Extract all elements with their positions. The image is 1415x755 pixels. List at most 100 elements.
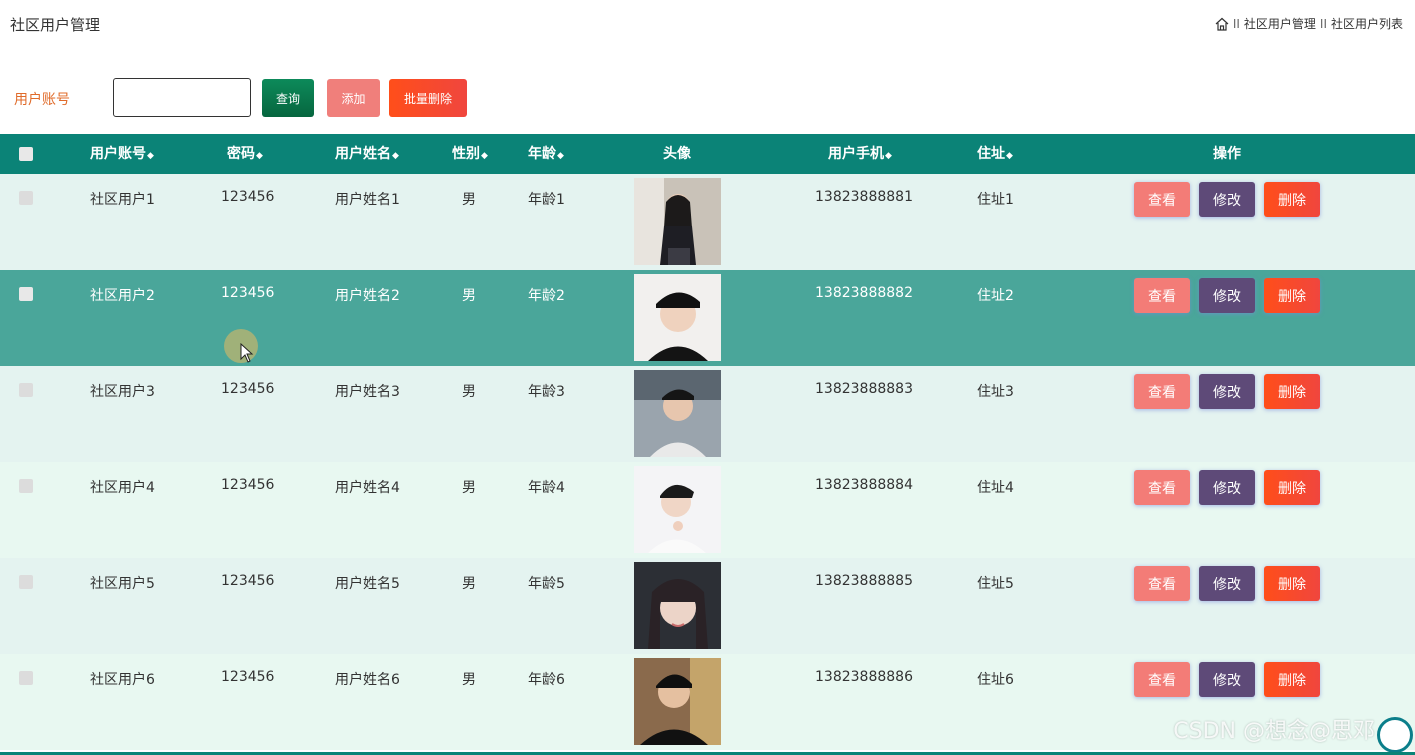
- column-header-avatar: 头像: [663, 146, 691, 162]
- cell-password: 123456: [221, 477, 275, 493]
- edit-button[interactable]: 修改: [1199, 662, 1255, 697]
- batch-delete-button[interactable]: 批量删除: [389, 79, 467, 117]
- avatar: [634, 370, 721, 457]
- delete-button[interactable]: 删除: [1264, 662, 1320, 697]
- row-checkbox[interactable]: [19, 575, 33, 589]
- breadcrumb-item-manage[interactable]: 社区用户管理: [1244, 15, 1316, 32]
- cell-name: 用户姓名4: [335, 480, 400, 496]
- column-header-address[interactable]: 住址◆: [977, 134, 1013, 174]
- cell-address: 住址6: [977, 672, 1014, 688]
- cell-password: 123456: [221, 573, 275, 589]
- scroll-top-icon[interactable]: [1377, 717, 1413, 753]
- column-header-password[interactable]: 密码◆: [227, 134, 263, 174]
- edit-button[interactable]: 修改: [1199, 182, 1255, 217]
- column-header-account[interactable]: 用户账号◆: [90, 134, 154, 174]
- view-button[interactable]: 查看: [1134, 566, 1190, 601]
- breadcrumb-item-list[interactable]: 社区用户列表: [1331, 15, 1403, 32]
- sort-icon[interactable]: ◆: [147, 151, 154, 161]
- row-checkbox[interactable]: [19, 287, 33, 301]
- cell-address: 住址3: [977, 384, 1014, 400]
- user-table: 用户账号◆ 密码◆ 用户姓名◆ 性别◆ 年龄◆ 头像 用户手机◆ 住址◆ 操作 …: [0, 134, 1415, 750]
- avatar: [634, 466, 721, 553]
- cell-name: 用户姓名3: [335, 384, 400, 400]
- cell-password: 123456: [221, 669, 275, 685]
- breadcrumb-separator: II: [1232, 16, 1240, 31]
- table-row: 社区用户2 123456 用户姓名2 男 年龄2 13823888882 住址2…: [0, 270, 1415, 366]
- view-button[interactable]: 查看: [1134, 182, 1190, 217]
- cell-gender: 男: [462, 192, 476, 208]
- sort-icon[interactable]: ◆: [885, 151, 892, 161]
- delete-button[interactable]: 删除: [1264, 470, 1320, 505]
- view-button[interactable]: 查看: [1134, 662, 1190, 697]
- delete-button[interactable]: 删除: [1264, 566, 1320, 601]
- cell-phone: 13823888883: [815, 381, 913, 397]
- column-header-phone[interactable]: 用户手机◆: [828, 134, 892, 174]
- cell-age: 年龄6: [528, 672, 565, 688]
- delete-button[interactable]: 删除: [1264, 182, 1320, 217]
- cell-age: 年龄4: [528, 480, 565, 496]
- avatar: [634, 658, 721, 745]
- table-row: 社区用户4 123456 用户姓名4 男 年龄4 13823888884 住址4…: [0, 462, 1415, 558]
- row-checkbox[interactable]: [19, 191, 33, 205]
- mouse-cursor-icon: [240, 342, 254, 367]
- row-checkbox[interactable]: [19, 383, 33, 397]
- table-row: 社区用户3 123456 用户姓名3 男 年龄3 13823888883 住址3…: [0, 366, 1415, 462]
- home-icon[interactable]: [1215, 17, 1229, 31]
- cell-gender: 男: [462, 576, 476, 592]
- edit-button[interactable]: 修改: [1199, 278, 1255, 313]
- sort-icon[interactable]: ◆: [481, 151, 488, 161]
- view-button[interactable]: 查看: [1134, 278, 1190, 313]
- column-header-age[interactable]: 年龄◆: [528, 134, 564, 174]
- cell-address: 住址2: [977, 288, 1014, 304]
- select-all-checkbox[interactable]: [19, 147, 33, 161]
- cell-address: 住址5: [977, 576, 1014, 592]
- edit-button[interactable]: 修改: [1199, 566, 1255, 601]
- sort-icon[interactable]: ◆: [1006, 151, 1013, 161]
- cell-address: 住址4: [977, 480, 1014, 496]
- cell-account: 社区用户6: [90, 672, 155, 688]
- cell-phone: 13823888884: [815, 477, 913, 493]
- cell-phone: 13823888885: [815, 573, 913, 589]
- cell-password: 123456: [221, 285, 275, 301]
- cell-age: 年龄5: [528, 576, 565, 592]
- cell-gender: 男: [462, 384, 476, 400]
- cell-account: 社区用户3: [90, 384, 155, 400]
- column-header-name[interactable]: 用户姓名◆: [335, 134, 399, 174]
- breadcrumb-separator: II: [1319, 16, 1327, 31]
- sort-icon[interactable]: ◆: [256, 151, 263, 161]
- page-title: 社区用户管理: [10, 16, 101, 34]
- cell-password: 123456: [221, 189, 275, 205]
- watermark: CSDN @想念@思邓: [1173, 719, 1375, 744]
- view-button[interactable]: 查看: [1134, 470, 1190, 505]
- cell-age: 年龄2: [528, 288, 565, 304]
- table-row: 社区用户1 123456 用户姓名1 男 年龄1 13823888881 住址1…: [0, 174, 1415, 270]
- row-checkbox[interactable]: [19, 479, 33, 493]
- cell-account: 社区用户4: [90, 480, 155, 496]
- cell-gender: 男: [462, 480, 476, 496]
- avatar: [634, 178, 721, 265]
- column-header-gender[interactable]: 性别◆: [452, 134, 488, 174]
- cell-password: 123456: [221, 381, 275, 397]
- cell-account: 社区用户2: [90, 288, 155, 304]
- delete-button[interactable]: 删除: [1264, 374, 1320, 409]
- sort-icon[interactable]: ◆: [557, 151, 564, 161]
- cell-account: 社区用户5: [90, 576, 155, 592]
- row-checkbox[interactable]: [19, 671, 33, 685]
- search-bar: 用户账号 查询 添加 批量删除: [0, 78, 600, 118]
- avatar: [634, 274, 721, 361]
- sort-icon[interactable]: ◆: [392, 151, 399, 161]
- cell-name: 用户姓名1: [335, 192, 400, 208]
- cell-gender: 男: [462, 672, 476, 688]
- edit-button[interactable]: 修改: [1199, 374, 1255, 409]
- top-bar: 社区用户管理 II 社区用户管理 II 社区用户列表: [0, 0, 1415, 48]
- search-input[interactable]: [113, 78, 251, 117]
- view-button[interactable]: 查看: [1134, 374, 1190, 409]
- cell-phone: 13823888886: [815, 669, 913, 685]
- delete-button[interactable]: 删除: [1264, 278, 1320, 313]
- cell-name: 用户姓名5: [335, 576, 400, 592]
- query-button[interactable]: 查询: [262, 79, 314, 117]
- avatar: [634, 562, 721, 649]
- edit-button[interactable]: 修改: [1199, 470, 1255, 505]
- add-button[interactable]: 添加: [327, 79, 380, 117]
- search-label: 用户账号: [14, 92, 70, 108]
